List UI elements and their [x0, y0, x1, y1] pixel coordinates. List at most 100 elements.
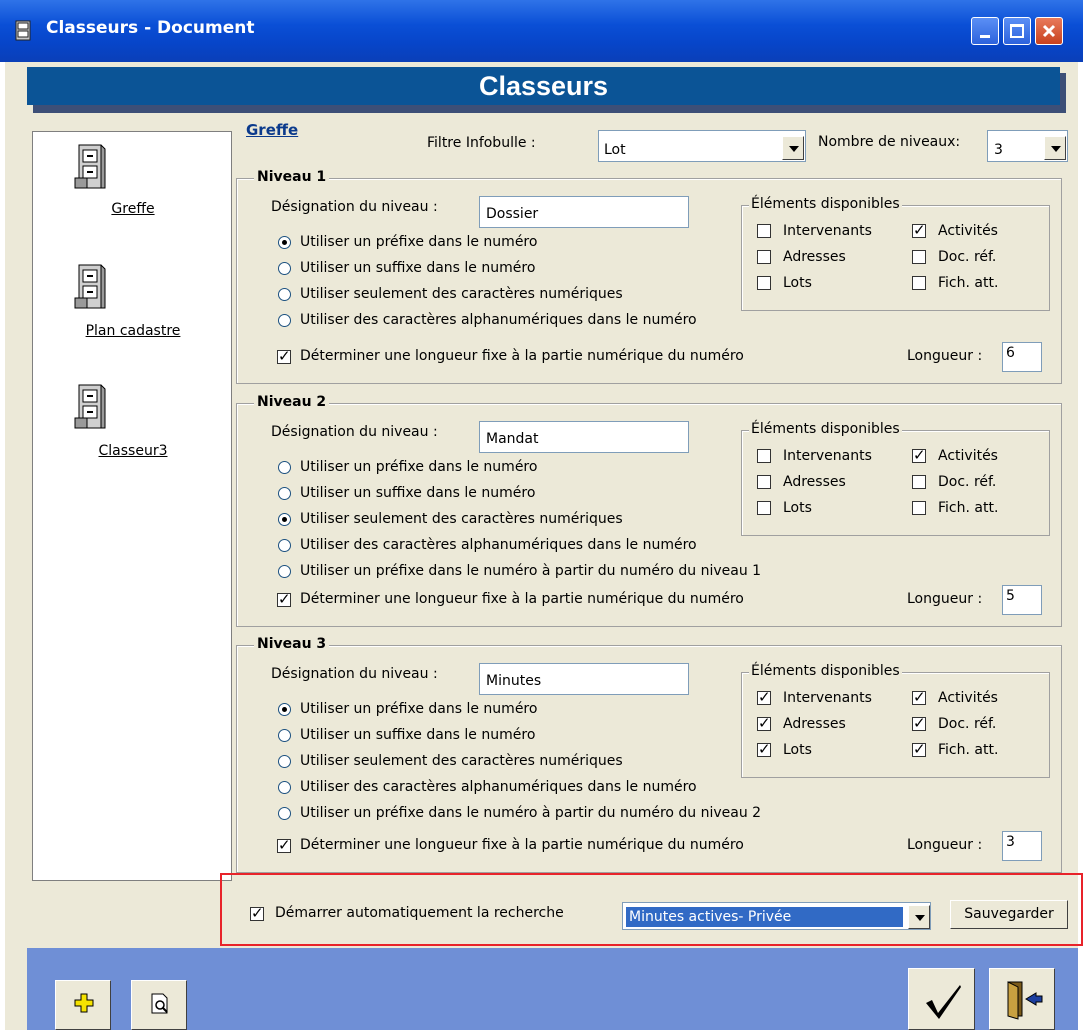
option-radio[interactable]: [278, 513, 291, 526]
designation-input[interactable]: Mandat: [479, 421, 689, 453]
fixed-length-checkbox[interactable]: [277, 590, 291, 608]
option-radio[interactable]: [278, 461, 291, 474]
option-label: Utiliser un préfixe dans le numéro: [300, 701, 538, 717]
minimize-button[interactable]: [971, 17, 999, 45]
close-button[interactable]: [1035, 17, 1063, 45]
filter-value: Lot: [604, 142, 626, 158]
fixed-length-checkbox[interactable]: [277, 347, 291, 365]
level-title: Niveau 3: [254, 636, 330, 652]
length-input[interactable]: 3: [1002, 831, 1042, 861]
sidebar-item-classeur3[interactable]: Classeur3: [33, 377, 233, 487]
element-label: Doc. réf.: [938, 249, 997, 265]
element-checkbox[interactable]: [912, 475, 926, 489]
designation-label: Désignation du niveau :: [271, 666, 438, 682]
option-radio[interactable]: [278, 539, 291, 552]
element-checkbox[interactable]: [912, 221, 926, 239]
option-label: Utiliser un préfixe dans le numéro: [300, 459, 538, 475]
preview-button[interactable]: [131, 980, 187, 1030]
option-label: Utiliser un préfixe dans le numéro à par…: [300, 805, 762, 821]
element-checkbox[interactable]: [757, 224, 771, 238]
designation-value: Dossier: [486, 206, 539, 222]
level-title: Niveau 1: [254, 169, 330, 185]
element-checkbox[interactable]: [757, 688, 771, 706]
option-label: Utiliser un préfixe dans le numéro: [300, 234, 538, 250]
maximize-button[interactable]: [1003, 17, 1031, 45]
option-radio[interactable]: [278, 565, 291, 578]
exit-button[interactable]: [989, 968, 1055, 1030]
window-title: Classeurs - Document: [46, 18, 255, 38]
designation-input[interactable]: Minutes: [479, 663, 689, 695]
element-checkbox[interactable]: [912, 714, 926, 732]
filter-select[interactable]: Lot: [598, 130, 806, 162]
option-label: Utiliser seulement des caractères numéri…: [300, 753, 623, 769]
close-icon: [1042, 24, 1056, 38]
option-radio[interactable]: [278, 262, 291, 275]
element-label: Lots: [783, 742, 812, 758]
element-checkbox[interactable]: [757, 501, 771, 515]
exit-door-icon: [1007, 981, 1043, 1020]
fixed-length-checkbox[interactable]: [277, 836, 291, 854]
length-value: 6: [1006, 345, 1015, 361]
element-label: Lots: [783, 275, 812, 291]
option-radio[interactable]: [278, 288, 291, 301]
option-label: Utiliser des caractères alphanumériques …: [300, 537, 697, 553]
option-label: Utiliser un suffixe dans le numéro: [300, 727, 536, 743]
sidebar-item-label: Classeur3: [98, 443, 168, 459]
element-checkbox[interactable]: [912, 276, 926, 290]
greffe-link[interactable]: Greffe: [246, 121, 298, 139]
plus-icon: [74, 993, 94, 1013]
element-checkbox[interactable]: [912, 501, 926, 515]
element-checkbox[interactable]: [912, 688, 926, 706]
confirm-button[interactable]: [908, 968, 975, 1030]
element-checkbox[interactable]: [757, 276, 771, 290]
option-radio[interactable]: [278, 487, 291, 500]
option-label: Utiliser un préfixe dans le numéro à par…: [300, 563, 762, 579]
option-radio[interactable]: [278, 781, 291, 794]
minimize-icon: [980, 35, 990, 38]
option-radio[interactable]: [278, 314, 291, 327]
element-label: Adresses: [783, 249, 846, 265]
element-checkbox[interactable]: [912, 446, 926, 464]
option-label: Utiliser seulement des caractères numéri…: [300, 286, 623, 302]
filing-cabinet-icon: [74, 264, 106, 309]
length-input[interactable]: 6: [1002, 342, 1042, 372]
element-label: Intervenants: [783, 448, 872, 464]
elements-title: Éléments disponibles: [749, 196, 902, 212]
elements-title: Éléments disponibles: [749, 421, 902, 437]
option-radio[interactable]: [278, 729, 291, 742]
levels-select[interactable]: 3: [987, 130, 1068, 162]
levels-dropdown-button[interactable]: [1044, 136, 1066, 160]
element-label: Doc. réf.: [938, 716, 997, 732]
element-checkbox[interactable]: [757, 740, 771, 758]
length-value: 5: [1006, 588, 1015, 604]
length-label: Longueur :: [907, 837, 983, 853]
sidebar-item-greffe[interactable]: Greffe: [33, 132, 233, 242]
option-label: Utiliser des caractères alphanumériques …: [300, 312, 697, 328]
filter-dropdown-button[interactable]: [782, 136, 804, 160]
add-button[interactable]: [55, 980, 111, 1030]
filing-cabinet-icon: [74, 384, 106, 429]
designation-input[interactable]: Dossier: [479, 196, 689, 228]
sidebar-item-plan-cadastre[interactable]: Plan cadastre: [33, 257, 233, 367]
element-checkbox[interactable]: [757, 714, 771, 732]
element-label: Fich. att.: [938, 500, 999, 516]
element-label: Fich. att.: [938, 275, 999, 291]
option-radio[interactable]: [278, 755, 291, 768]
element-checkbox[interactable]: [757, 449, 771, 463]
maximize-icon: [1010, 24, 1024, 38]
element-checkbox[interactable]: [757, 250, 771, 264]
element-label: Adresses: [783, 474, 846, 490]
element-label: Lots: [783, 500, 812, 516]
option-radio[interactable]: [278, 236, 291, 249]
length-input[interactable]: 5: [1002, 585, 1042, 615]
length-label: Longueur :: [907, 591, 983, 607]
element-checkbox[interactable]: [912, 250, 926, 264]
element-checkbox[interactable]: [912, 740, 926, 758]
sidebar-item-label: Plan cadastre: [85, 323, 181, 339]
option-radio[interactable]: [278, 703, 291, 716]
checkmark-icon: [926, 985, 961, 1019]
element-checkbox[interactable]: [757, 475, 771, 489]
title-bar[interactable]: Classeurs - Document: [0, 0, 1083, 62]
element-label: Fich. att.: [938, 742, 999, 758]
option-radio[interactable]: [278, 807, 291, 820]
